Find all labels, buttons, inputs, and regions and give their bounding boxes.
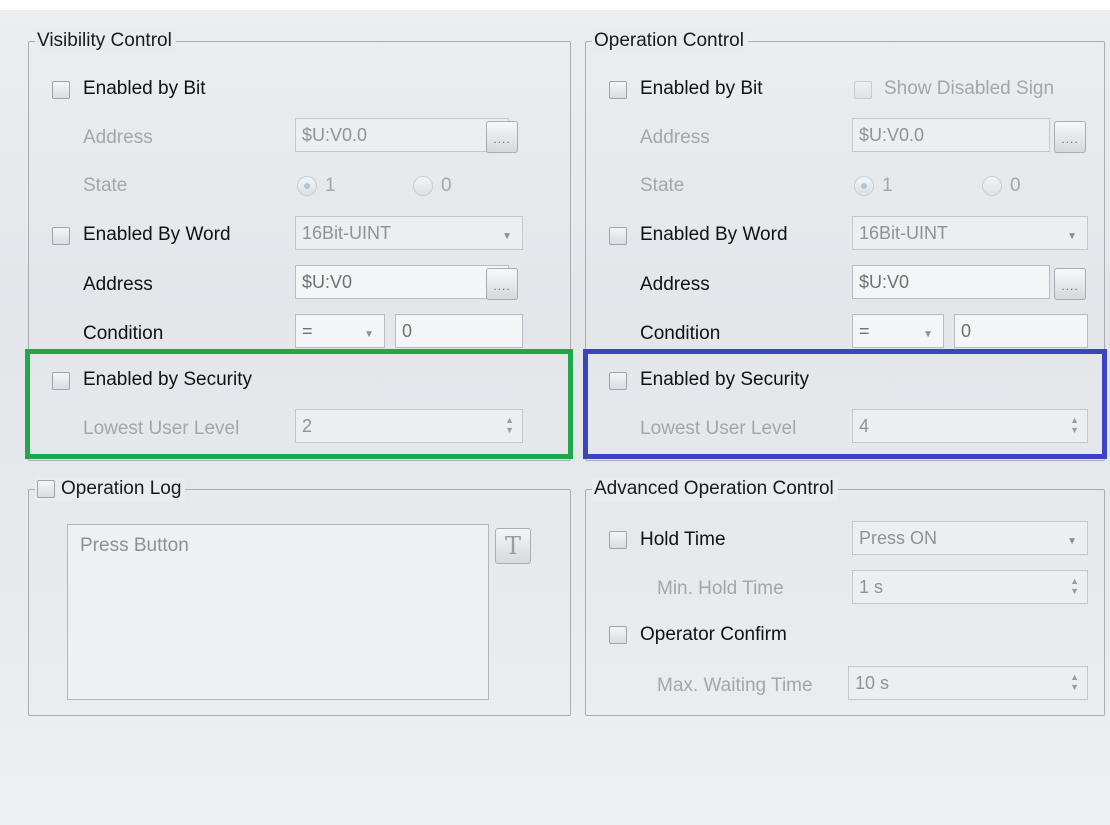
enabled-by-bit-label: Enabled by Bit xyxy=(83,78,206,99)
enabled-by-word-label: Enabled By Word xyxy=(83,224,231,245)
operator-confirm-label: Operator Confirm xyxy=(640,624,787,645)
op-enabled-by-bit-checkbox[interactable] xyxy=(609,81,627,99)
min-hold-time-value: 1 s xyxy=(859,577,884,597)
op-state-1-label: 1 xyxy=(882,175,893,196)
hold-time-label: Hold Time xyxy=(640,529,726,550)
word-address-label: Address xyxy=(83,274,153,295)
op-word-address-label: Address xyxy=(640,274,710,295)
operation-log-title: Operation Log xyxy=(35,477,186,501)
condition-operator-dropdown[interactable]: = ▼ xyxy=(295,314,385,348)
word-type-dropdown[interactable]: 16Bit-UINT ▼ xyxy=(295,216,523,250)
op-condition-operator-dropdown[interactable]: = ▼ xyxy=(852,314,944,348)
chevron-down-icon: ▼ xyxy=(1067,536,1077,547)
chevron-down-icon: ▼ xyxy=(923,329,933,340)
condition-label: Condition xyxy=(83,323,164,344)
op-word-type-dropdown[interactable]: 16Bit-UINT ▼ xyxy=(852,216,1088,250)
hold-time-checkbox[interactable] xyxy=(609,531,627,549)
max-waiting-time-value: 10 s xyxy=(855,673,890,693)
op-word-address-browse-button[interactable]: .... xyxy=(1054,268,1086,300)
op-address-label: Address xyxy=(640,127,710,148)
security-highlight-green xyxy=(25,349,573,459)
bit-address-browse-button[interactable]: .... xyxy=(486,121,518,153)
hold-mode-value: Press ON xyxy=(859,528,938,548)
op-state-0-label: 0 xyxy=(1010,175,1021,196)
condition-value-field[interactable]: 0 xyxy=(395,314,523,348)
op-enabled-by-bit-label: Enabled by Bit xyxy=(640,78,763,99)
operator-confirm-checkbox[interactable] xyxy=(609,626,627,644)
op-enabled-by-word-checkbox[interactable] xyxy=(609,227,627,245)
state-label: State xyxy=(83,175,128,196)
max-waiting-time-spinner[interactable]: 10 s ▲ ▼ xyxy=(848,666,1088,700)
spinner-arrows-icon: ▲ ▼ xyxy=(1070,672,1079,692)
state-1-label: 1 xyxy=(325,175,336,196)
advanced-operation-control-title: Advanced Operation Control xyxy=(592,477,838,501)
advanced-operation-control-group: Advanced Operation Control Hold Time Pre… xyxy=(585,477,1105,716)
operation-log-checkbox[interactable] xyxy=(37,480,55,498)
op-bit-address-browse-button[interactable]: .... xyxy=(1054,121,1086,153)
security-highlight-blue xyxy=(583,349,1107,459)
operation-control-title: Operation Control xyxy=(592,29,748,53)
op-condition-label: Condition xyxy=(640,323,721,344)
op-condition-value-field[interactable]: 0 xyxy=(954,314,1088,348)
op-state-0-radio[interactable] xyxy=(982,176,1002,196)
operation-log-title-text: Operation Log xyxy=(61,478,182,499)
op-state-1-radio[interactable] xyxy=(854,176,874,196)
word-address-browse-button[interactable]: .... xyxy=(486,268,518,300)
state-0-label: 0 xyxy=(441,175,452,196)
show-disabled-sign-checkbox[interactable] xyxy=(854,81,872,99)
chevron-down-icon: ▼ xyxy=(364,329,374,340)
op-state-label: State xyxy=(640,175,685,196)
enabled-by-word-checkbox[interactable] xyxy=(52,227,70,245)
visibility-control-title: Visibility Control xyxy=(35,29,176,53)
op-bit-address-field[interactable]: $U:V0.0 xyxy=(852,118,1050,152)
state-0-radio[interactable] xyxy=(413,176,433,196)
operation-log-group: Operation Log Press Button T xyxy=(28,477,571,716)
max-waiting-time-label: Max. Waiting Time xyxy=(657,675,813,696)
word-address-field[interactable]: $U:V0 xyxy=(295,265,509,299)
bit-address-field[interactable]: $U:V0.0 xyxy=(295,118,509,152)
min-hold-time-spinner[interactable]: 1 s ▲ ▼ xyxy=(852,570,1088,604)
word-type-value: 16Bit-UINT xyxy=(302,223,392,243)
spinner-arrows-icon: ▲ ▼ xyxy=(1070,576,1079,596)
min-hold-time-label: Min. Hold Time xyxy=(657,578,784,599)
condition-operator-value: = xyxy=(302,321,313,341)
operation-log-textarea[interactable]: Press Button xyxy=(67,524,489,700)
enabled-by-bit-checkbox[interactable] xyxy=(52,81,70,99)
op-word-address-field[interactable]: $U:V0 xyxy=(852,265,1050,299)
top-strip xyxy=(0,0,1110,10)
op-word-type-value: 16Bit-UINT xyxy=(859,223,949,243)
state-1-radio[interactable] xyxy=(297,176,317,196)
op-enabled-by-word-label: Enabled By Word xyxy=(640,224,788,245)
text-format-button[interactable]: T xyxy=(495,528,531,564)
chevron-down-icon: ▼ xyxy=(502,231,512,242)
show-disabled-sign-label: Show Disabled Sign xyxy=(884,78,1055,99)
hold-mode-dropdown[interactable]: Press ON ▼ xyxy=(852,521,1088,555)
address-label: Address xyxy=(83,127,153,148)
op-condition-operator-value: = xyxy=(859,321,870,341)
chevron-down-icon: ▼ xyxy=(1067,231,1077,242)
